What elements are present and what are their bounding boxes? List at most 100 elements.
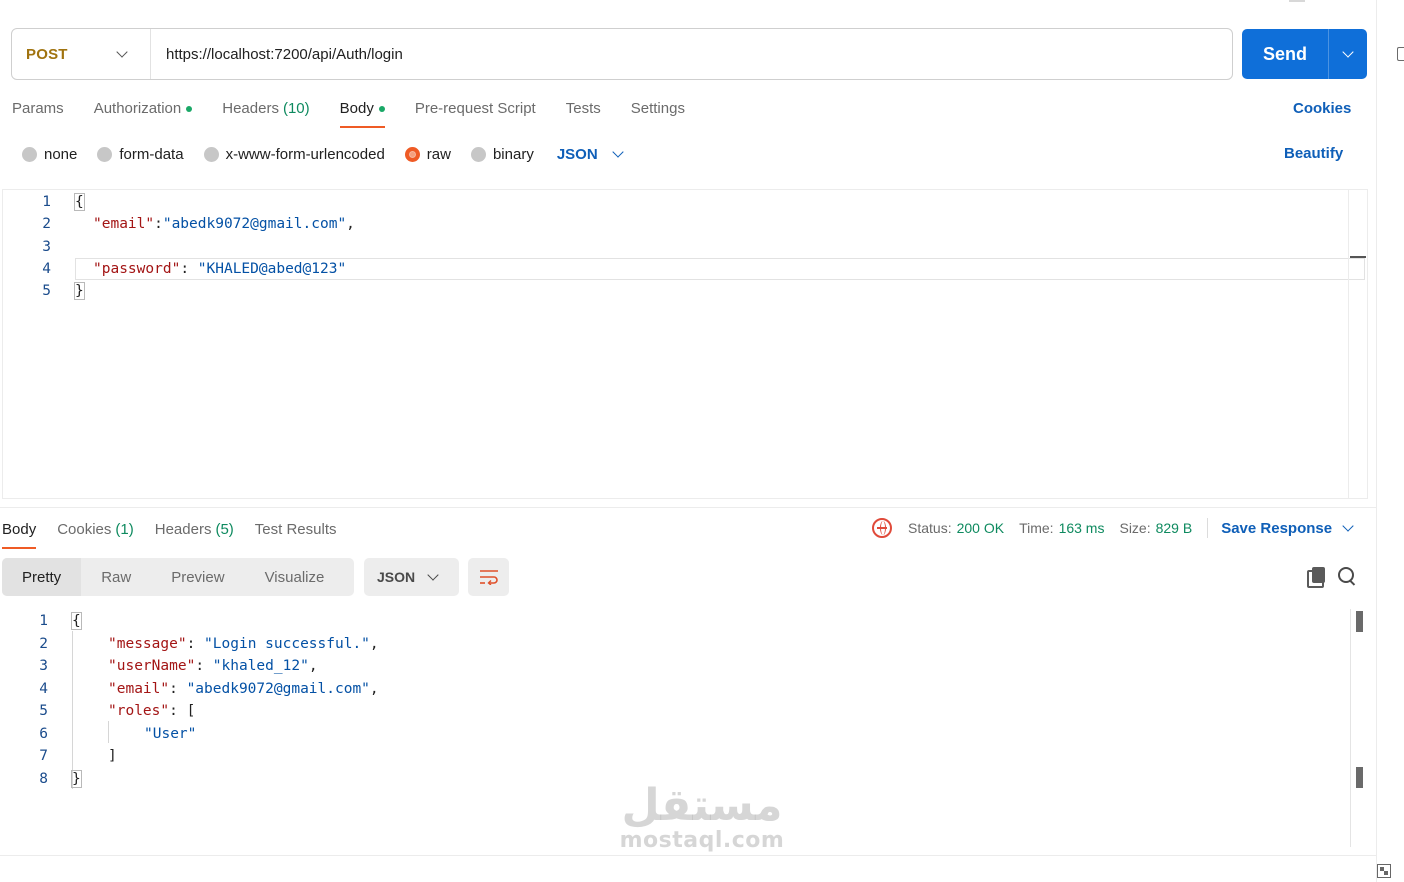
radio-label: none <box>44 145 78 163</box>
send-dropdown[interactable] <box>1329 46 1367 58</box>
line-number: 3 <box>39 658 48 674</box>
chevron-down-icon <box>116 46 128 58</box>
json-value: "User" <box>144 726 197 742</box>
method-label: POST <box>26 45 68 63</box>
wrap-lines-icon <box>479 570 498 585</box>
tab-label: Body <box>339 100 374 117</box>
tab-label: Tests <box>565 100 601 117</box>
tab-response-headers[interactable]: Headers (5) <box>155 517 234 549</box>
code-text: "userName": "khaled_12", <box>108 658 318 674</box>
code-text: "message": "Login successful.", <box>108 636 379 652</box>
editor-scroll-thumb[interactable] <box>1350 256 1366 258</box>
tab-count: (5) <box>215 521 234 538</box>
cookies-link[interactable]: Cookies <box>1293 100 1351 117</box>
radio-binary[interactable]: binary <box>470 145 534 163</box>
json-value: "abedk9072@gmail.com" <box>186 681 370 697</box>
chevron-down-icon <box>427 569 439 581</box>
code-text: } <box>71 770 82 788</box>
line-number: 2 <box>42 216 51 232</box>
status-info[interactable]: Status: 200 OK <box>908 520 1004 536</box>
tab-label: Authorization <box>93 100 182 117</box>
tab-pre-request-script[interactable]: Pre-request Script <box>415 96 536 128</box>
response-body-viewer[interactable]: 1 { 2 "message": "Login successful.", 3 … <box>0 609 1366 847</box>
json-punct: , <box>346 216 355 232</box>
tab-response-cookies[interactable]: Cookies (1) <box>57 517 134 549</box>
radio-form-data[interactable]: form-data <box>97 145 184 163</box>
radio-label: x-www-form-urlencoded <box>225 145 385 163</box>
send-button[interactable]: Send <box>1242 29 1367 79</box>
code-text: { <box>71 612 82 630</box>
request-tabs: Params Authorization Headers (10) Body Pr… <box>12 96 715 128</box>
json-key: "email" <box>93 216 155 232</box>
json-value: "Login successful." <box>204 636 370 652</box>
scroll-thumb-bottom[interactable] <box>1356 767 1363 788</box>
scroll-thumb-top[interactable] <box>1356 611 1363 632</box>
view-visualize[interactable]: Visualize <box>245 558 345 596</box>
line-number: 4 <box>42 261 51 277</box>
json-key: "password" <box>93 261 181 277</box>
body-format-select[interactable]: JSON <box>556 145 624 163</box>
line-number: 6 <box>39 726 48 742</box>
wrap-lines-button[interactable] <box>468 558 509 596</box>
tab-label: Headers <box>222 100 279 117</box>
tab-label: Test Results <box>254 521 337 538</box>
search-icon[interactable] <box>1338 567 1357 586</box>
json-value: "KHALED@abed@123" <box>197 261 347 277</box>
request-url-bar: POST <box>11 28 1233 80</box>
body-type-options: none form-data x-www-form-urlencoded raw… <box>22 143 624 165</box>
radio-none[interactable]: none <box>22 146 77 163</box>
tab-headers[interactable]: Headers (10) <box>222 96 309 128</box>
tab-body[interactable]: Body <box>339 96 386 128</box>
view-preview[interactable]: Preview <box>151 558 244 596</box>
line-number: 1 <box>39 613 48 629</box>
tab-test-results[interactable]: Test Results <box>255 517 337 549</box>
tab-params[interactable]: Params <box>12 96 64 128</box>
editor-scrollbar[interactable] <box>1348 190 1367 498</box>
view-pretty[interactable]: Pretty <box>2 558 82 596</box>
layout-toggle-icon[interactable] <box>1377 864 1391 878</box>
beautify-link[interactable]: Beautify <box>1284 145 1343 162</box>
status-dot <box>186 106 193 112</box>
view-raw[interactable]: Raw <box>81 558 151 596</box>
request-body-editor[interactable]: 1 { 2 "email":"abedk9072@gmail.com", 3 4… <box>2 189 1368 499</box>
copy-icon[interactable] <box>1307 567 1326 588</box>
indent-guide <box>108 721 109 743</box>
json-punct: : <box>195 658 213 674</box>
tab-tests[interactable]: Tests <box>566 96 601 128</box>
json-value: "khaled_12" <box>212 658 309 674</box>
radio-circle <box>97 146 113 162</box>
response-scrollbar[interactable] <box>1350 609 1366 847</box>
time-info[interactable]: Time: 163 ms <box>1019 520 1104 536</box>
code-text: "email": "abedk9072@gmail.com", <box>108 681 379 697</box>
chevron-down-icon <box>1342 520 1354 532</box>
panel-toggle-icon[interactable] <box>1397 47 1404 61</box>
url-input[interactable] <box>151 29 1232 79</box>
response-tabs: Body Cookies (1) Headers (5) Test Results <box>2 517 358 549</box>
code-text: "roles": [ <box>108 703 195 719</box>
body-format-label: JSON <box>556 145 598 163</box>
tab-settings[interactable]: Settings <box>631 96 685 128</box>
bottom-divider <box>0 855 1376 856</box>
response-view-toggle: Pretty Raw Preview Visualize <box>2 558 354 596</box>
time-label: Time: <box>1019 520 1054 536</box>
response-format-select[interactable]: JSON <box>364 558 459 596</box>
tab-response-body[interactable]: Body <box>2 517 37 549</box>
save-response-button[interactable]: Save Response <box>1221 520 1354 537</box>
size-info[interactable]: Size: 829 B <box>1119 520 1192 536</box>
radio-raw[interactable]: raw <box>404 146 451 163</box>
status-dot <box>378 106 385 112</box>
radio-label: form-data <box>119 145 184 163</box>
network-globe-icon[interactable] <box>872 518 892 538</box>
json-punct: : <box>169 703 187 719</box>
send-label: Send <box>1262 43 1307 64</box>
tab-authorization[interactable]: Authorization <box>94 96 193 128</box>
code-text: { <box>74 193 85 211</box>
radio-x-www-form-urlencoded[interactable]: x-www-form-urlencoded <box>203 145 385 163</box>
size-label: Size: <box>1119 520 1151 536</box>
method-select[interactable]: POST <box>12 29 151 79</box>
radio-label: binary <box>492 145 534 163</box>
json-punct: : <box>169 681 187 697</box>
tab-label: Pre-request Script <box>414 100 536 117</box>
tab-label: Cookies <box>57 521 112 538</box>
radio-circle <box>22 146 37 162</box>
